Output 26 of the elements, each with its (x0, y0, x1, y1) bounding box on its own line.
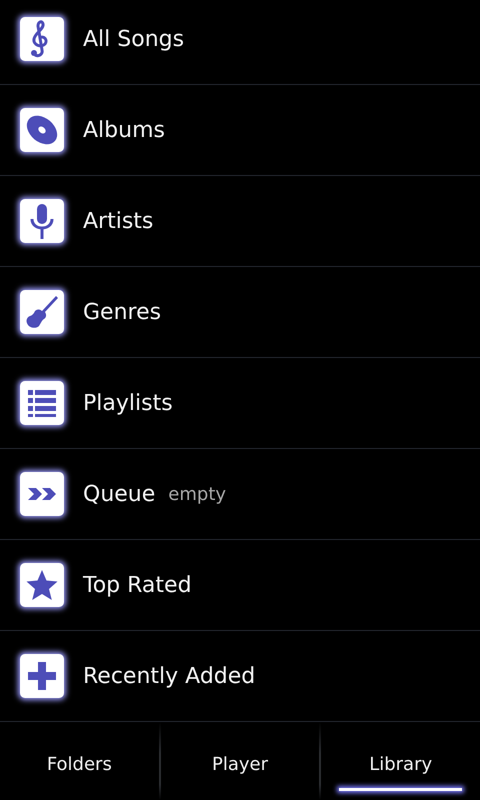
library-item[interactable]: Queue empty (0, 449, 480, 540)
item-label: Genres (83, 298, 162, 326)
list-icon (20, 381, 64, 425)
library-item[interactable]: Genres (0, 267, 480, 358)
microphone-icon (20, 199, 64, 243)
item-label: All Songs (83, 26, 184, 54)
library-item[interactable]: Top Rated (0, 540, 480, 631)
plus-icon (20, 654, 64, 698)
library-item[interactable]: Albums (0, 85, 480, 176)
item-label: Top Rated (83, 572, 192, 600)
item-label: Playlists (83, 390, 173, 418)
treble-clef-icon (20, 17, 64, 61)
item-label: Queue (83, 480, 156, 508)
library-item[interactable]: Recently Added (0, 631, 480, 722)
library-item[interactable]: All Songs (0, 0, 480, 85)
item-label: Artists (83, 208, 154, 236)
library-item[interactable]: Playlists (0, 358, 480, 449)
item-label: Albums (83, 116, 165, 144)
tab[interactable]: Player (160, 722, 320, 800)
library-item[interactable]: Artists (0, 176, 480, 267)
tab[interactable]: Library (321, 722, 480, 800)
tab[interactable]: Folders (0, 722, 159, 800)
item-label: Recently Added (83, 662, 256, 690)
item-status: empty (168, 482, 226, 506)
double-chevron-icon (20, 472, 64, 516)
guitar-icon (20, 290, 64, 334)
